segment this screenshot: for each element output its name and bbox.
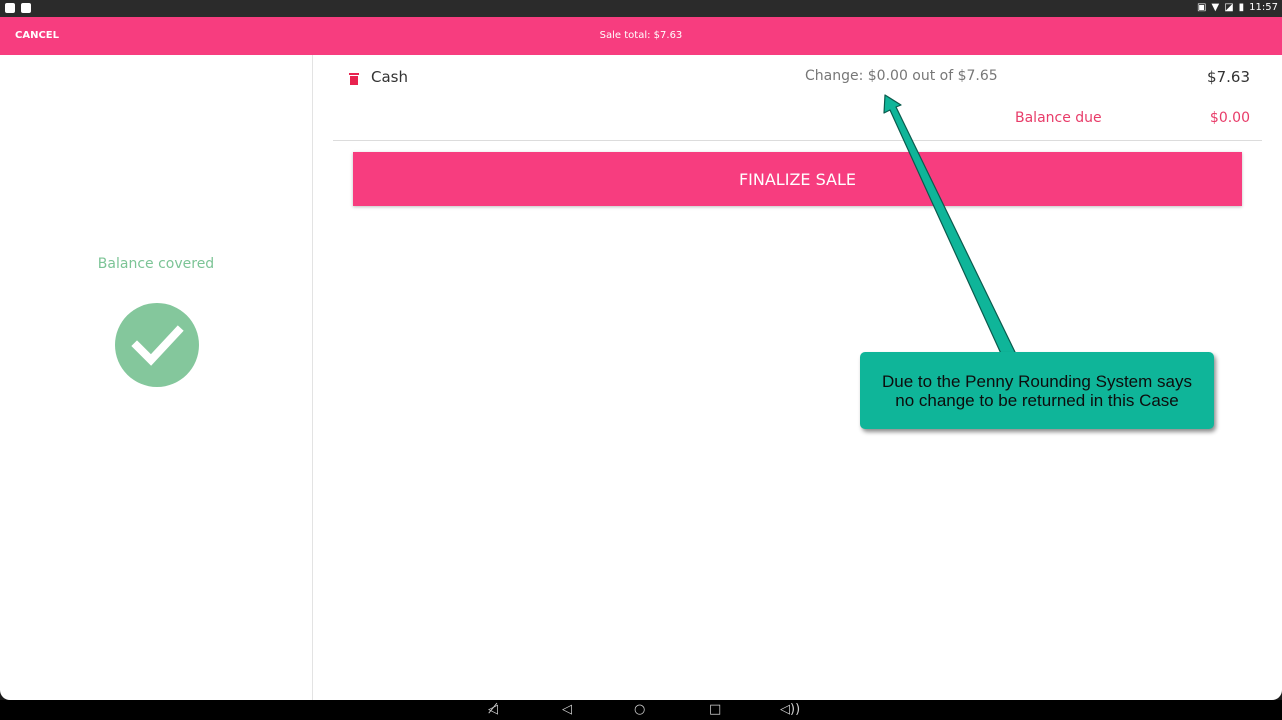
teamviewer-icon bbox=[5, 3, 15, 13]
system-status-bar: ▣ ▼ ◪ ▮ 11:57 bbox=[0, 0, 1282, 17]
home-icon[interactable]: ○ bbox=[634, 702, 645, 717]
pos-payment-screen: CANCEL Sale total: $7.63 Balance covered… bbox=[0, 17, 1282, 700]
divider bbox=[333, 140, 1262, 141]
notification-icon bbox=[21, 3, 31, 13]
balance-due-label: Balance due bbox=[1015, 110, 1102, 126]
trash-icon[interactable] bbox=[349, 70, 359, 85]
annotation-line-1: Due to the Penny Rounding System says bbox=[882, 371, 1192, 391]
battery-icon: ▮ bbox=[1238, 2, 1245, 13]
change-text: Change: $0.00 out of $7.65 bbox=[805, 68, 998, 84]
signal-icon: ◪ bbox=[1224, 2, 1234, 13]
payment-method-label: Cash bbox=[371, 68, 408, 86]
annotation-callout: Due to the Penny Rounding System says no… bbox=[860, 352, 1214, 429]
top-app-bar: CANCEL Sale total: $7.63 bbox=[0, 17, 1282, 55]
balance-status-panel: Balance covered bbox=[0, 55, 313, 700]
balance-covered-label: Balance covered bbox=[97, 256, 215, 272]
system-nav-bar: ◁̸ ◁ ○ □ ◁)) bbox=[0, 700, 1282, 720]
wifi-icon: ▼ bbox=[1211, 2, 1220, 13]
recents-icon[interactable]: □ bbox=[709, 702, 721, 717]
volume-up-icon[interactable]: ◁)) bbox=[780, 702, 800, 717]
balance-due-value: $0.00 bbox=[1209, 110, 1250, 126]
back-icon[interactable]: ◁ bbox=[562, 702, 572, 717]
checkmark-icon bbox=[115, 303, 199, 387]
clock: 11:57 bbox=[1249, 2, 1278, 13]
sale-total: Sale total: $7.63 bbox=[599, 30, 683, 41]
finalize-sale-button[interactable]: FINALIZE SALE bbox=[353, 152, 1242, 206]
payment-amount: $7.63 bbox=[1207, 68, 1250, 86]
annotation-line-2: no change to be returned in this Case bbox=[895, 390, 1179, 410]
payment-row: Cash Change: $0.00 out of $7.65 $7.63 bbox=[313, 55, 1282, 100]
volume-down-icon[interactable]: ◁̸ bbox=[488, 702, 498, 717]
cast-icon: ▣ bbox=[1197, 2, 1207, 13]
